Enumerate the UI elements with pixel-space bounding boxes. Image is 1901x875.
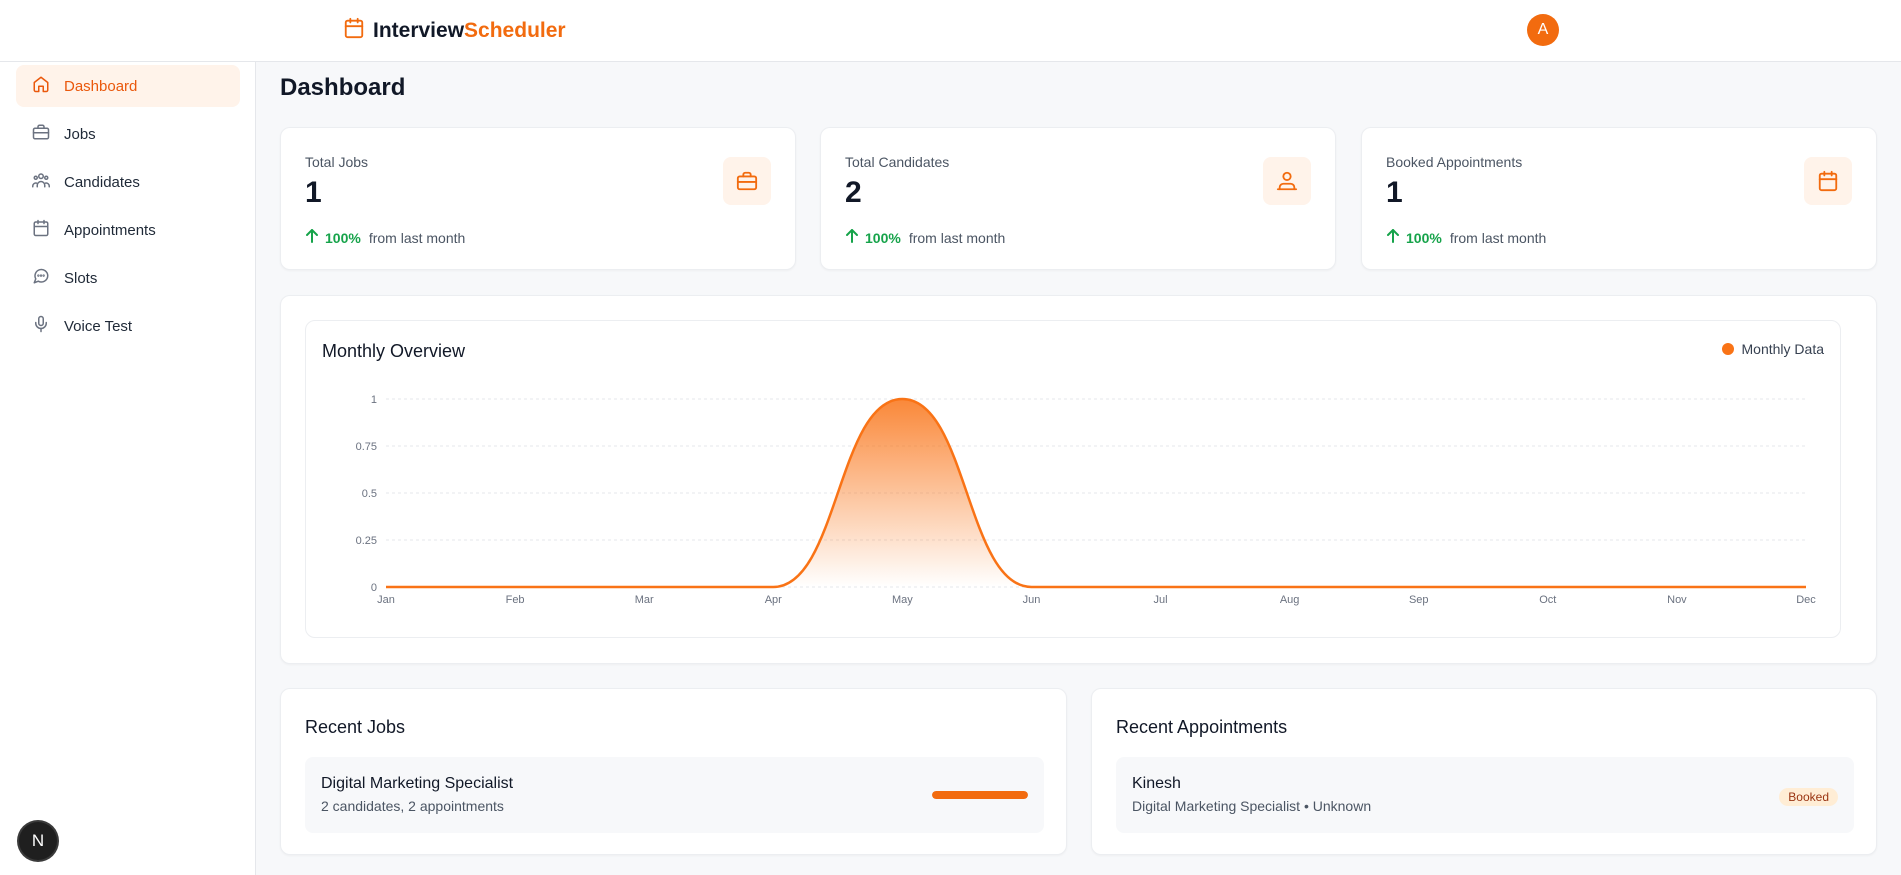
recent-jobs-card: Recent Jobs Digital Marketing Specialist… xyxy=(280,688,1067,855)
x-tick-label: Jun xyxy=(1023,594,1041,606)
calendar-icon xyxy=(1804,157,1852,205)
calendar-icon xyxy=(343,17,365,45)
sidebar-item-voice-test[interactable]: Voice Test xyxy=(16,305,240,347)
sidebar-item-label: Appointments xyxy=(64,221,156,239)
y-tick-label: 0 xyxy=(371,582,377,594)
chart-container: Monthly Overview Monthly Data 0 0.25 0.5 0.… xyxy=(305,320,1841,638)
stat-change-percent: 100% xyxy=(865,229,901,246)
sidebar-item-label: Candidates xyxy=(64,173,140,191)
stat-trend: 100% from last month xyxy=(1386,228,1546,247)
x-tick-label: May xyxy=(892,594,913,606)
sidebar-item-slots[interactable]: Slots xyxy=(16,257,240,299)
user-avatar[interactable]: A xyxy=(1527,14,1559,46)
stat-card-total-jobs: Total Jobs 1 100% from last month xyxy=(280,127,796,270)
monthly-overview-card: Monthly Overview Monthly Data 0 0.25 0.5 0.… xyxy=(280,295,1877,664)
status-badge: Booked xyxy=(1779,788,1838,806)
sidebar-item-candidates[interactable]: Candidates xyxy=(16,161,240,203)
stat-change-percent: 100% xyxy=(1406,229,1442,246)
progress-fill xyxy=(932,791,1028,799)
top-bar: InterviewScheduler A xyxy=(0,0,1901,62)
sidebar-item-label: Voice Test xyxy=(64,317,133,335)
job-title: Digital Marketing Specialist xyxy=(321,775,514,792)
section-title: Recent Jobs xyxy=(305,717,406,737)
x-tick-label: Aug xyxy=(1280,594,1300,606)
sidebar-item-dashboard[interactable]: Dashboard xyxy=(16,65,240,107)
stat-label: Total Jobs xyxy=(305,154,369,170)
x-tick-label: Jul xyxy=(1154,594,1168,606)
x-tick-label: Jan xyxy=(377,594,395,606)
stat-card-booked-appointments: Booked Appointments 1 100% from last mon… xyxy=(1361,127,1877,270)
stat-value: 2 xyxy=(845,176,862,209)
x-tick-label: Dec xyxy=(1796,594,1816,606)
nextjs-devtools-button[interactable]: N xyxy=(19,822,57,860)
y-tick-label: 0.75 xyxy=(356,441,377,453)
arrow-up-icon xyxy=(1386,228,1400,247)
stat-value: 1 xyxy=(305,176,322,209)
stat-value: 1 xyxy=(1386,176,1403,209)
x-tick-label: Apr xyxy=(765,594,782,606)
sidebar-item-jobs[interactable]: Jobs xyxy=(16,113,240,155)
home-icon xyxy=(32,75,50,97)
x-tick-label: Sep xyxy=(1409,594,1429,606)
brand-name-part1: Interview xyxy=(373,19,465,42)
page-title: Dashboard xyxy=(280,74,406,101)
list-item[interactable]: Digital Marketing Specialist 2 candidate… xyxy=(305,757,1044,833)
job-stats: 2 candidates, 2 appointments xyxy=(321,798,504,814)
sidebar: Dashboard Jobs Candidates Appointments S… xyxy=(0,62,256,875)
area-chart: 0 0.25 0.5 0.75 1 Jan Feb Mar Apr May Jun Jul Aug Sep… xyxy=(356,394,1817,606)
arrow-up-icon xyxy=(305,228,319,247)
user-group-icon xyxy=(1263,157,1311,205)
message-circle-icon xyxy=(32,267,50,289)
microphone-icon xyxy=(32,315,50,337)
stat-trend: 100% from last month xyxy=(845,228,1005,247)
y-tick-label: 1 xyxy=(371,394,377,406)
recent-appointments-card: Recent Appointments Kinesh Digital Marke… xyxy=(1091,688,1877,855)
arrow-up-icon xyxy=(845,228,859,247)
sidebar-item-label: Slots xyxy=(64,269,98,287)
brand-name: InterviewScheduler xyxy=(373,19,566,43)
y-tick-label: 0.5 xyxy=(362,488,377,500)
stat-label: Total Candidates xyxy=(845,154,950,170)
briefcase-icon xyxy=(32,123,50,145)
brand-name-part2: Scheduler xyxy=(464,19,566,42)
x-tick-label: Nov xyxy=(1667,594,1687,606)
list-item[interactable]: Kinesh Digital Marketing Specialist • Un… xyxy=(1116,757,1854,833)
calendar-icon xyxy=(32,219,50,241)
x-tick-label: Mar xyxy=(635,594,654,606)
section-title: Recent Appointments xyxy=(1116,717,1288,737)
x-tick-label: Oct xyxy=(1539,594,1556,606)
stat-change-percent: 100% xyxy=(325,229,361,246)
y-tick-label: 0.25 xyxy=(356,535,377,547)
stat-card-total-candidates: Total Candidates 2 100% from last month xyxy=(820,127,1336,270)
x-tick-label: Feb xyxy=(506,594,525,606)
candidate-name: Kinesh xyxy=(1132,775,1181,792)
stat-change-text: from last month xyxy=(368,229,466,246)
sidebar-item-label: Dashboard xyxy=(64,77,138,95)
briefcase-icon xyxy=(723,157,771,205)
brand-logo[interactable]: InterviewScheduler xyxy=(343,17,566,45)
job-progress-bar xyxy=(932,791,1028,799)
sidebar-item-label: Jobs xyxy=(64,125,96,143)
stat-change-text: from last month xyxy=(1449,229,1547,246)
sidebar-item-appointments[interactable]: Appointments xyxy=(16,209,240,251)
appointment-detail: Digital Marketing Specialist • Unknown xyxy=(1132,798,1372,814)
stat-change-text: from last month xyxy=(908,229,1006,246)
users-icon xyxy=(32,171,50,193)
stat-trend: 100% from last month xyxy=(305,228,465,247)
stat-label: Booked Appointments xyxy=(1386,154,1523,170)
